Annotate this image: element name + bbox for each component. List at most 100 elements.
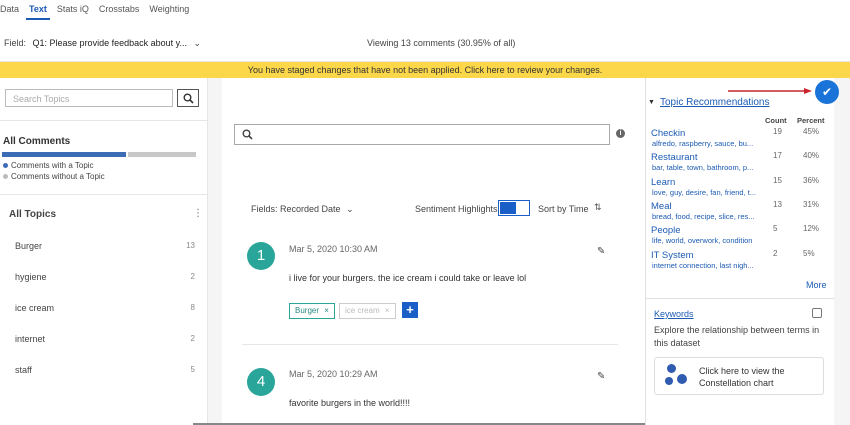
legend-with-topic: Comments with a Topic [3, 161, 94, 170]
recommendation-keywords: bar, table, town, bathroom, p... [652, 163, 754, 172]
close-icon[interactable]: × [324, 306, 329, 315]
topic-item-hygiene[interactable]: hygiene 2 [15, 272, 195, 282]
staged-changes-banner[interactable]: You have staged changes that have not be… [0, 62, 850, 78]
chevron-down-icon: ⌄ [193, 38, 202, 48]
search-icon [183, 93, 194, 104]
topic-item-staff[interactable]: staff 5 [15, 365, 195, 375]
all-topics-title: All Topics [9, 209, 57, 220]
comments-search-input[interactable] [234, 124, 610, 145]
panel-gutter [208, 78, 222, 425]
legend-dot [3, 163, 8, 168]
sort-label[interactable]: Sort by Time [538, 204, 589, 214]
with-topic-bar [2, 152, 126, 157]
percent-column-header: Percent [797, 116, 825, 125]
all-comments-title[interactable]: All Comments [3, 136, 70, 147]
edit-icon[interactable]: ✎ [597, 246, 605, 257]
chevron-down-icon: ⌄ [346, 204, 354, 214]
edit-icon[interactable]: ✎ [597, 371, 605, 382]
fields-dropdown[interactable]: Fields: Recorded Date ⌄ [251, 204, 354, 215]
keywords-description: Explore the relationship between terms i… [654, 325, 820, 348]
topic-recommendations-title[interactable]: Topic Recommendations [660, 97, 770, 108]
add-topic-button[interactable]: + [402, 302, 418, 318]
constellation-icon [667, 364, 676, 373]
recommendation-restaurant[interactable]: Restaurant bar, table, town, bathroom, p… [651, 151, 829, 172]
fields-label: Fields: Recorded Date [251, 204, 341, 214]
recommendation-keywords: life, world, overwork, condition [652, 236, 753, 245]
recommendation-count: 2 [773, 249, 778, 258]
tab-data[interactable]: Data [0, 0, 22, 20]
tag-label: ice cream [345, 306, 380, 315]
sort-icon[interactable]: ⇅ [594, 202, 602, 213]
legend-label: Comments without a Topic [11, 172, 105, 181]
arrow-icon [728, 88, 812, 94]
recommendation-keywords: alfredo, raspberry, sauce, bu... [652, 139, 754, 148]
recommendation-percent: 12% [803, 224, 820, 233]
recommendation-count: 17 [773, 151, 782, 160]
recommendation-it-system[interactable]: IT System internet connection, last nigh… [651, 249, 829, 270]
comment-number: 1 [247, 242, 275, 270]
comment-text: favorite burgers in the world!!!! [289, 398, 411, 408]
legend-without-topic: Comments without a Topic [3, 172, 105, 181]
tab-crosstabs[interactable]: Crosstabs [96, 0, 143, 20]
divider [645, 298, 834, 299]
constellation-button[interactable]: Click here to view the Constellation cha… [654, 357, 824, 395]
recommendation-learn[interactable]: Learn love, guy, desire, fan, friend, t.… [651, 176, 829, 197]
keywords-title[interactable]: Keywords [654, 309, 694, 319]
info-icon[interactable]: i [616, 129, 625, 138]
constellation-icon [677, 374, 687, 384]
search-icon [242, 129, 253, 140]
topic-name: ice cream [15, 303, 55, 313]
recommendation-count: 5 [773, 224, 778, 233]
search-topics-button[interactable] [177, 89, 199, 107]
comment-number: 4 [247, 368, 275, 396]
tag-label: Burger [295, 306, 320, 315]
tag-burger[interactable]: Burger × [289, 303, 335, 319]
recommendation-percent: 45% [803, 127, 820, 136]
topic-name: internet [15, 334, 46, 344]
topic-count: 5 [190, 365, 195, 374]
comment-date: Mar 5, 2020 10:29 AM [289, 369, 378, 379]
tab-weighting[interactable]: Weighting [146, 0, 192, 20]
topic-count: 8 [190, 303, 195, 312]
tab-bar: Data Text Stats iQ Crosstabs Weighting [0, 0, 850, 20]
topic-name: hygiene [15, 272, 47, 282]
recommendation-keywords: love, guy, desire, fan, friend, t... [652, 188, 757, 197]
count-column-header: Count [765, 116, 787, 125]
recommendation-checkin[interactable]: Checkin alfredo, raspberry, sauce, bu...… [651, 127, 829, 148]
search-topics-input[interactable]: Search Topics [5, 89, 173, 107]
field-label: Field: [4, 38, 27, 48]
recommendation-count: 15 [773, 176, 782, 185]
field-bar: Field: Q1: Please provide feedback about… [0, 20, 850, 62]
recommendation-percent: 36% [803, 176, 820, 185]
apply-changes-button[interactable]: ✔ [815, 80, 839, 104]
topic-item-burger[interactable]: Burger 13 [15, 241, 195, 251]
legend-label: Comments with a Topic [11, 161, 94, 170]
recommendation-people[interactable]: People life, world, overwork, condition … [651, 224, 829, 245]
field-value: Q1: Please provide feedback about y... [32, 38, 187, 48]
close-icon[interactable]: × [385, 306, 390, 315]
more-options-icon[interactable]: ⋮ [193, 208, 203, 219]
more-link[interactable]: More [806, 280, 827, 290]
collapse-caret-icon[interactable]: ▼ [648, 99, 655, 106]
recommendation-keywords: bread, food, recipe, slice, res... [652, 212, 755, 221]
field-selector[interactable]: Field: Q1: Please provide feedback about… [4, 38, 201, 49]
topic-item-ice-cream[interactable]: ice cream 8 [15, 303, 195, 313]
tag-ice-cream[interactable]: ice cream × [339, 303, 396, 319]
tab-text[interactable]: Text [26, 0, 50, 20]
tab-stats-iq[interactable]: Stats iQ [54, 0, 92, 20]
divider [0, 120, 208, 121]
topic-name: staff [15, 365, 32, 375]
sentiment-toggle[interactable] [498, 200, 530, 216]
topic-item-internet[interactable]: internet 2 [15, 334, 195, 344]
legend-dot [3, 174, 8, 179]
search-topics: Search Topics [5, 89, 199, 107]
topic-name: Burger [15, 241, 43, 251]
panel-gutter [834, 78, 850, 425]
recommendation-keywords: internet connection, last nigh... [652, 261, 754, 270]
expand-icon[interactable] [812, 308, 822, 318]
toggle-knob [500, 202, 516, 214]
constellation-label: Click here to view the Constellation cha… [699, 366, 785, 388]
topic-count: 2 [190, 334, 195, 343]
recommendation-meal[interactable]: Meal bread, food, recipe, slice, res... … [651, 200, 829, 221]
without-topic-bar [128, 152, 196, 157]
